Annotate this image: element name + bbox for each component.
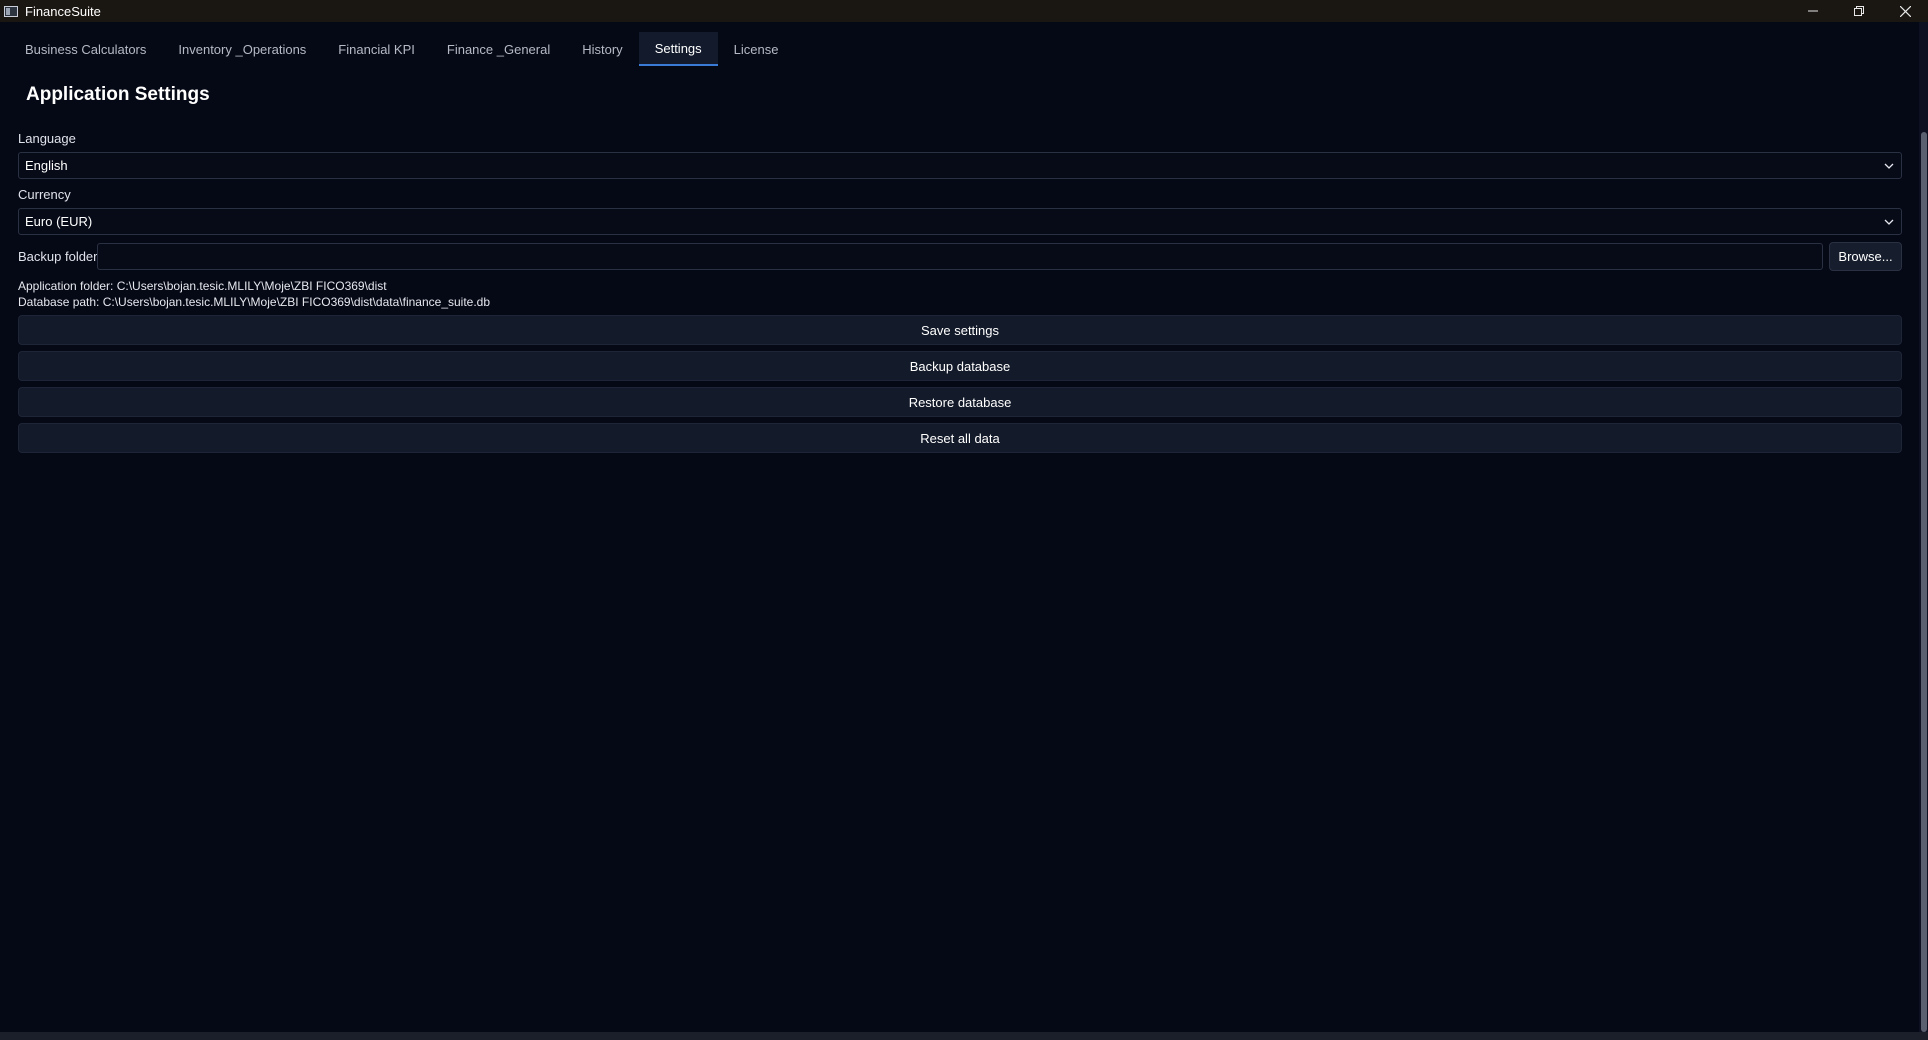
main-tabs: Business Calculators Inventory _Operatio…: [9, 32, 794, 66]
backup-database-button[interactable]: Backup database: [18, 351, 1902, 381]
language-select[interactable]: English: [18, 152, 1902, 179]
chevron-down-icon: [1884, 219, 1894, 225]
tab-financial-kpi[interactable]: Financial KPI: [322, 32, 431, 66]
close-button[interactable]: [1882, 0, 1928, 22]
tab-inventory-operations[interactable]: Inventory _Operations: [162, 32, 322, 66]
tab-business-calculators[interactable]: Business Calculators: [9, 32, 162, 66]
database-path-text: Database path: C:\Users\bojan.tesic.MLIL…: [18, 295, 491, 309]
browse-button[interactable]: Browse...: [1829, 242, 1902, 271]
backup-folder-input[interactable]: [97, 243, 1823, 270]
language-value: English: [25, 158, 68, 173]
tab-finance-general[interactable]: Finance _General: [431, 32, 566, 66]
page-title: Application Settings: [26, 84, 210, 105]
chevron-down-icon: [1884, 163, 1894, 169]
currency-label: Currency: [18, 187, 71, 202]
title-bar: FinanceSuite: [0, 0, 1928, 22]
restore-button[interactable]: [1836, 0, 1882, 22]
tab-settings[interactable]: Settings: [638, 32, 718, 66]
scrollbar-thumb[interactable]: [1921, 132, 1927, 1032]
close-icon: [1899, 5, 1911, 17]
currency-value: Euro (EUR): [25, 214, 93, 229]
taskbar: [0, 1032, 1928, 1040]
app-icon: [4, 5, 18, 17]
tab-license[interactable]: License: [718, 32, 795, 66]
reset-all-data-button[interactable]: Reset all data: [18, 423, 1902, 453]
window-title: FinanceSuite: [25, 3, 101, 19]
currency-select[interactable]: Euro (EUR): [18, 208, 1902, 235]
tab-history[interactable]: History: [566, 32, 638, 66]
window-controls: [1790, 0, 1928, 22]
save-settings-button[interactable]: Save settings: [18, 315, 1902, 345]
backup-folder-label: Backup folder: [18, 249, 98, 264]
minimize-button[interactable]: [1790, 0, 1836, 22]
minimize-icon: [1808, 10, 1818, 12]
restore-database-button[interactable]: Restore database: [18, 387, 1902, 417]
vertical-scrollbar[interactable]: [1919, 22, 1928, 1032]
restore-icon: [1854, 6, 1864, 16]
application-folder-text: Application folder: C:\Users\bojan.tesic…: [18, 279, 387, 293]
language-label: Language: [18, 131, 76, 146]
